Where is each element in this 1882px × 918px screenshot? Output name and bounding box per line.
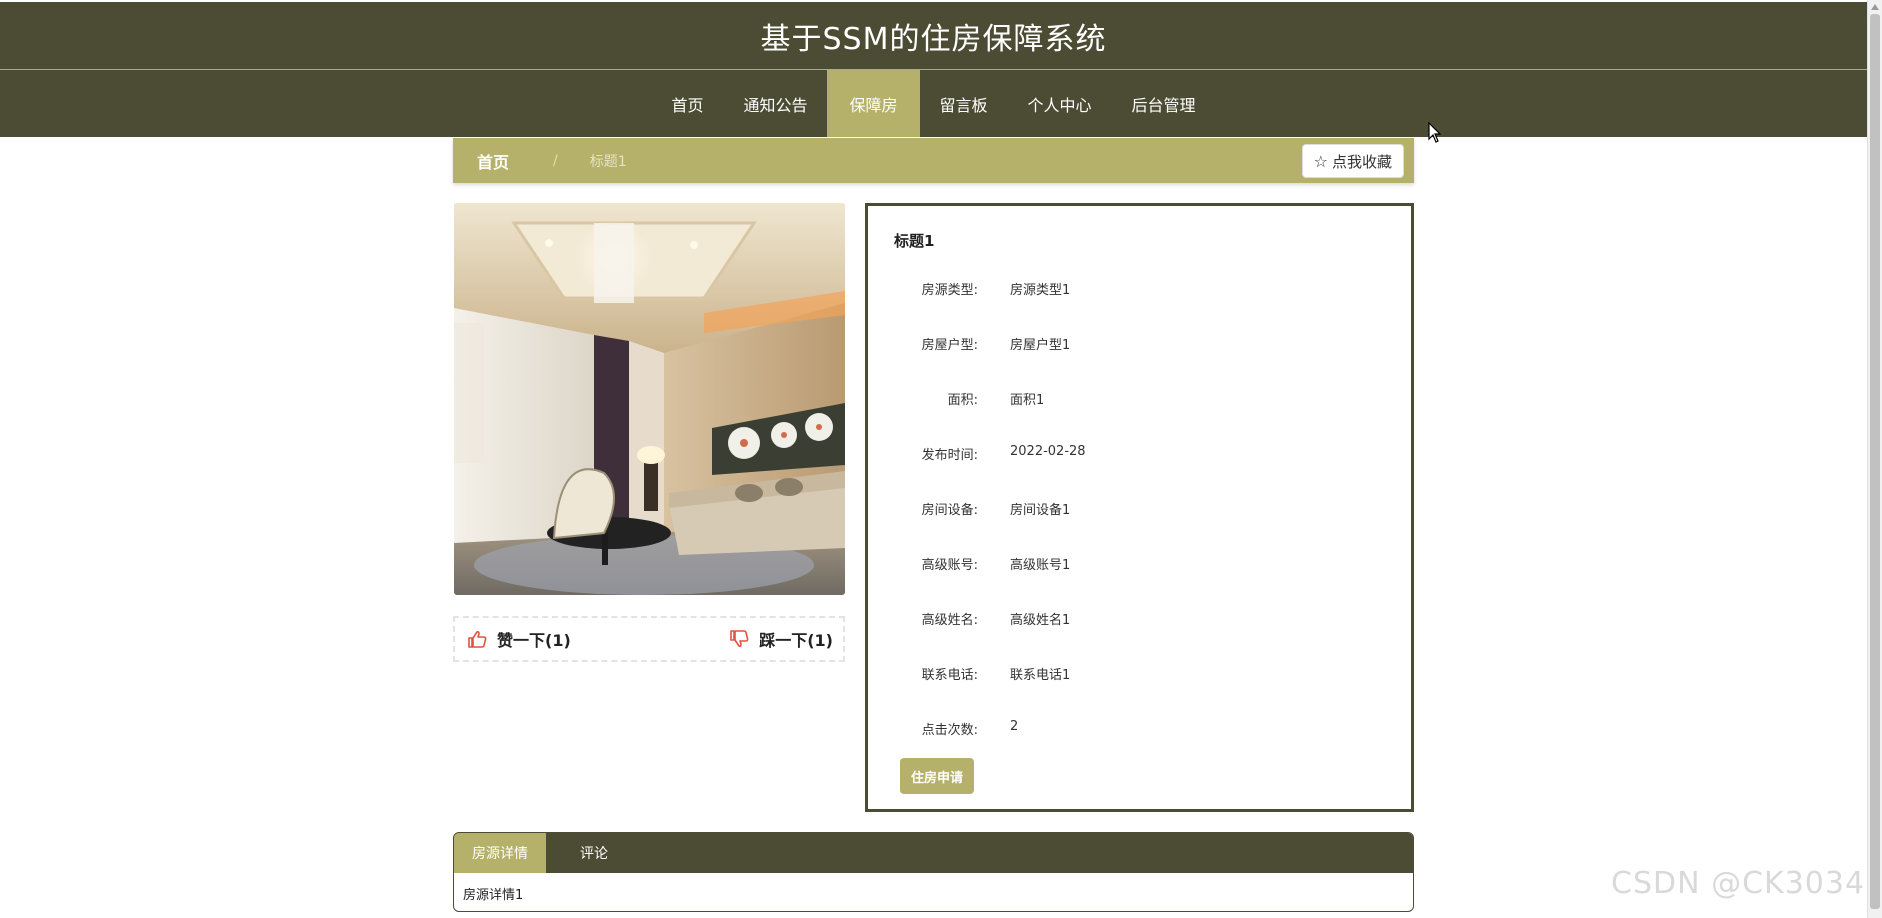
tab-content: 房源详情1 — [463, 888, 524, 903]
nav-item-notices[interactable]: 通知公告 — [723, 70, 827, 137]
field-value: 联系电话1 — [1010, 668, 1071, 683]
field-value: 2 — [1010, 719, 1019, 734]
favorite-button[interactable]: ☆ 点我收藏 — [1301, 144, 1404, 178]
vote-box: 赞一下(1) 踩一下(1) — [453, 616, 845, 662]
like-button[interactable]: 赞一下(1) — [467, 627, 571, 651]
field-label: 房源类型: — [921, 283, 978, 298]
field-value: 房间设备1 — [1010, 503, 1071, 518]
nav-item-personal-center[interactable]: 个人中心 — [1008, 70, 1112, 137]
field-value: 面积1 — [1010, 393, 1045, 408]
site-header: 基于SSM的住房保障系统 — [0, 2, 1867, 69]
breadcrumb-home-link[interactable]: 首页 — [477, 149, 509, 173]
tab-house-details[interactable]: 房源详情 — [454, 833, 546, 873]
field-account: 高级账号: 高级账号1 — [868, 554, 1411, 574]
nav-item-home[interactable]: 首页 — [651, 70, 723, 137]
field-value: 房源类型1 — [1010, 283, 1071, 298]
nav-item-housing[interactable]: 保障房 — [827, 70, 920, 137]
like-label: 赞一下(1) — [497, 631, 571, 650]
detail-tabs: 房源详情 评论 房源详情1 — [453, 832, 1414, 912]
star-outline-icon: ☆ — [1313, 151, 1328, 171]
thumbs-up-icon — [468, 630, 487, 648]
main-nav: 首页 通知公告 保障房 留言板 个人中心 后台管理 — [0, 70, 1867, 137]
tabs-header: 房源详情 评论 — [454, 833, 1413, 873]
field-layout: 房屋户型: 房屋户型1 — [868, 334, 1411, 354]
scroll-thumb[interactable] — [1870, 14, 1880, 909]
nav-item-message-board[interactable]: 留言板 — [920, 70, 1008, 137]
field-value: 高级姓名1 — [1010, 613, 1071, 628]
field-label: 面积: — [947, 393, 978, 408]
site-title: 基于SSM的住房保障系统 — [760, 21, 1107, 57]
field-label: 房间设备: — [921, 503, 978, 518]
field-value: 2022-02-28 — [1010, 444, 1086, 459]
field-label: 高级账号: — [921, 558, 978, 573]
scroll-up-arrow-icon[interactable] — [1871, 4, 1879, 10]
apply-housing-button[interactable]: 住房申请 — [900, 758, 974, 794]
field-label: 高级姓名: — [921, 613, 978, 628]
field-phone: 联系电话: 联系电话1 — [868, 664, 1411, 684]
breadcrumb-current: 标题1 — [589, 153, 627, 170]
dislike-label: 踩一下(1) — [759, 631, 833, 650]
field-name: 高级姓名: 高级姓名1 — [868, 609, 1411, 629]
mouse-cursor-icon — [1428, 122, 1442, 143]
field-house-type: 房源类型: 房源类型1 — [868, 279, 1411, 299]
watermark: CSDN @CK3034 — [1611, 866, 1866, 901]
field-label: 房屋户型: — [921, 338, 978, 353]
field-label: 点击次数: — [921, 723, 978, 738]
field-value: 高级账号1 — [1010, 558, 1071, 573]
nav-item-admin[interactable]: 后台管理 — [1112, 70, 1216, 137]
favorite-button-label: 点我收藏 — [1331, 152, 1392, 171]
breadcrumb-separator: / — [553, 152, 558, 169]
field-label: 发布时间: — [921, 448, 978, 463]
house-title: 标题1 — [894, 232, 935, 250]
house-photo — [454, 203, 845, 595]
house-detail-panel: 标题1 房源类型: 房源类型1 房屋户型: 房屋户型1 面积: 面积1 发布时间… — [865, 203, 1414, 812]
field-publish-date: 发布时间: 2022-02-28 — [868, 444, 1411, 464]
field-click-count: 点击次数: 2 — [868, 719, 1411, 739]
field-equipment: 房间设备: 房间设备1 — [868, 499, 1411, 519]
thumbs-down-icon — [730, 630, 749, 648]
field-value: 房屋户型1 — [1010, 338, 1071, 353]
breadcrumb: 首页 / 标题1 ☆ 点我收藏 — [453, 138, 1414, 183]
tab-comments[interactable]: 评论 — [546, 833, 642, 873]
dislike-button[interactable]: 踩一下(1) — [729, 627, 833, 651]
field-label: 联系电话: — [921, 668, 978, 683]
field-area: 面积: 面积1 — [868, 389, 1411, 409]
vertical-scrollbar[interactable] — [1867, 0, 1882, 918]
